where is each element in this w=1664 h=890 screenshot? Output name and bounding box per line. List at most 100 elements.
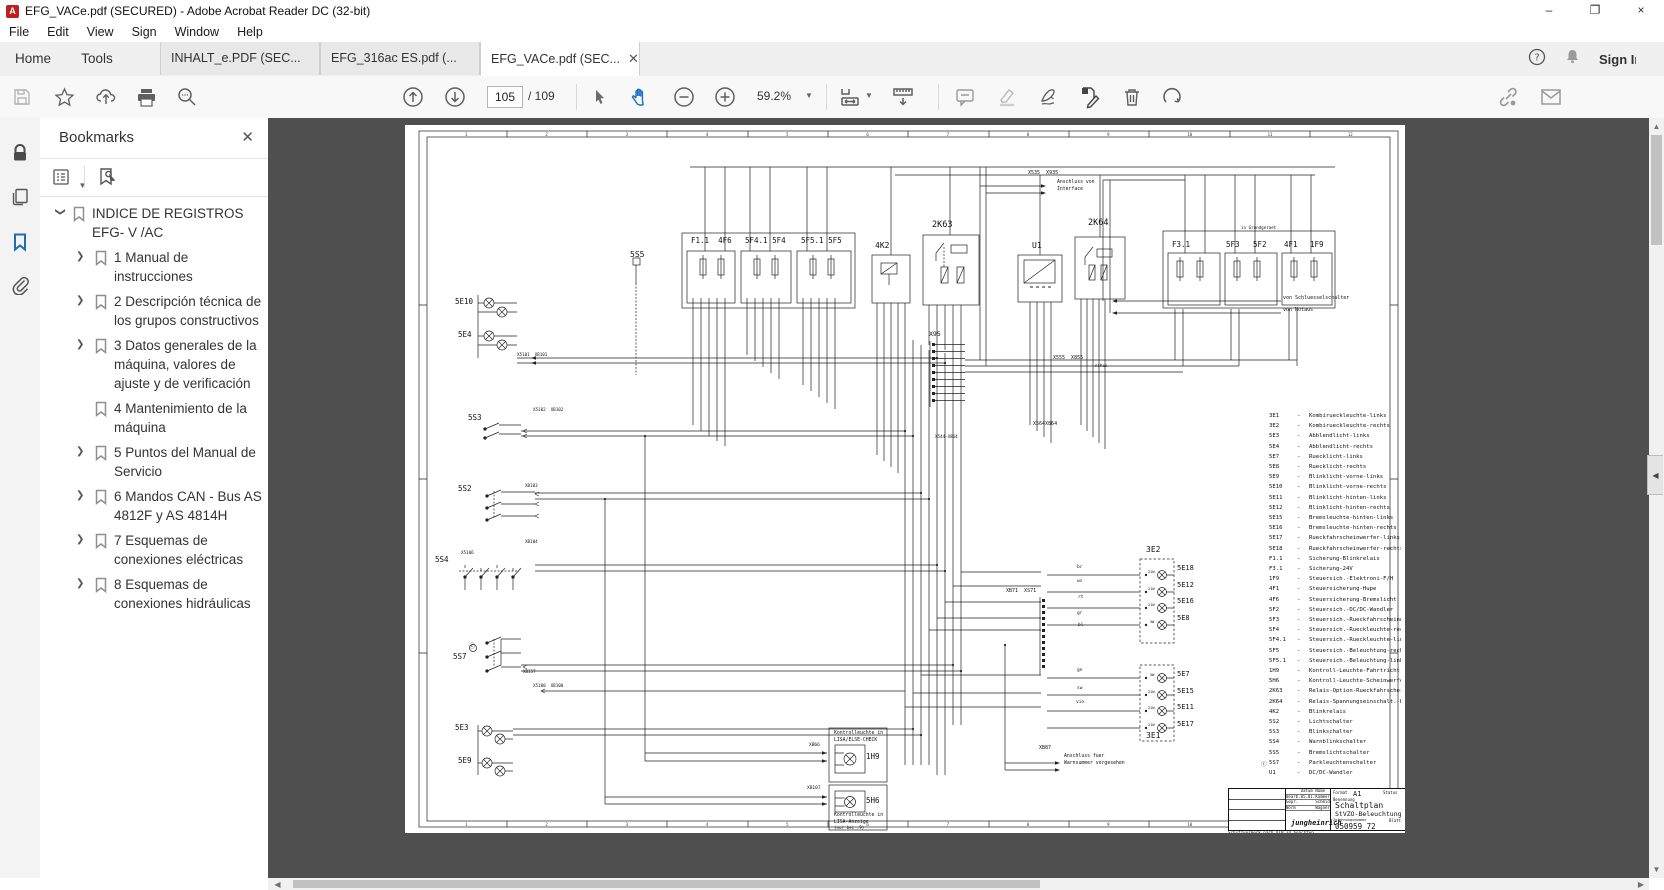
title-block-cell xyxy=(1301,806,1316,811)
bookmark-item-4[interactable]: 4 Mantenimiento de la máquina xyxy=(40,399,268,437)
chevron-icon[interactable]: ❯ xyxy=(76,490,88,501)
toolbar-options-icon[interactable] xyxy=(889,83,917,111)
star-icon[interactable] xyxy=(50,83,78,111)
tab-tools[interactable]: Tools xyxy=(66,42,128,76)
zoom-out-icon[interactable] xyxy=(670,83,698,111)
zoom-dropdown-caret[interactable]: ▼ xyxy=(805,91,813,100)
sign-pen-icon[interactable] xyxy=(1036,83,1064,111)
hand-tool-icon[interactable] xyxy=(626,83,654,111)
scroll-left-icon[interactable]: ◀ xyxy=(270,880,285,889)
chevron-icon[interactable]: ❯ xyxy=(76,446,88,457)
help-icon[interactable]: ? xyxy=(1528,48,1546,71)
frame-number: 9 xyxy=(1107,822,1109,827)
previous-page-icon[interactable] xyxy=(399,83,427,111)
share-link-icon[interactable] xyxy=(1494,83,1522,111)
bookmarks-close-icon[interactable]: ✕ xyxy=(241,128,254,146)
close-button[interactable]: × xyxy=(1618,0,1664,22)
security-lock-icon[interactable] xyxy=(9,142,31,164)
cloud-upload-icon[interactable] xyxy=(92,83,120,111)
frame-number: 1 xyxy=(465,132,467,137)
fit-width-icon[interactable] xyxy=(836,83,864,111)
notifications-bell-icon[interactable] xyxy=(1564,48,1581,70)
frame-number: 10 xyxy=(1187,822,1192,827)
chevron-icon[interactable]: ❯ xyxy=(76,534,88,545)
chevron-icon[interactable]: ❯ xyxy=(76,251,88,262)
chevron-icon[interactable]: ❯ xyxy=(76,578,88,589)
bookmarks-toolbar: ▼ xyxy=(40,158,268,197)
highlight-icon[interactable] xyxy=(993,83,1021,111)
menu-item-sign[interactable]: Sign xyxy=(123,25,166,39)
select-tool-icon[interactable] xyxy=(586,83,614,111)
chevron-icon[interactable]: ❯ xyxy=(76,295,88,306)
pdf-page[interactable]: 5S5F1.1 4F65F4.1 5F45F5.1 5F54K22K63U12K… xyxy=(405,125,1405,833)
bookmark-item-6[interactable]: ❯ 6 Mandos CAN - Bus AS 4812F y AS 4814H xyxy=(40,487,268,525)
frame-numbers: 112233445566778899101011111212 xyxy=(405,125,1405,833)
tools-pane-handle[interactable]: ◀ xyxy=(1647,455,1663,495)
doc-tab-1[interactable]: EFG_316ac ES.pdf (... xyxy=(320,42,480,75)
fit-dropdown-caret[interactable]: ▼ xyxy=(865,91,873,100)
bookmark-icon xyxy=(94,294,108,315)
bookmark-item-2[interactable]: ❯2 Descripción técnica de los grupos con… xyxy=(40,292,268,330)
next-page-icon[interactable] xyxy=(441,83,469,111)
bookmark-item-5[interactable]: ❯5 Puntos del Manual de Servicio xyxy=(40,443,268,481)
chevron-icon[interactable]: ❯ xyxy=(76,339,88,350)
menu-item-file[interactable]: File xyxy=(0,25,38,39)
expand-current-bookmark-icon[interactable] xyxy=(96,166,118,193)
frame-number: 12 xyxy=(1348,132,1353,137)
frame-number: 9 xyxy=(1107,132,1109,137)
document-area[interactable]: 5S5F1.1 4F65F4.1 5F45F5.1 5F54K22K63U12K… xyxy=(268,118,1649,878)
page-number-input[interactable]: 105 xyxy=(487,86,523,108)
page-thumbnails-icon[interactable] xyxy=(9,186,31,208)
attachments-icon[interactable] xyxy=(9,274,31,296)
bookmark-item-8[interactable]: ❯8 Esquemas de conexiones hidráulicas xyxy=(40,575,268,613)
menu-item-view[interactable]: View xyxy=(78,25,123,39)
minimize-button[interactable]: – xyxy=(1526,0,1572,22)
find-icon[interactable] xyxy=(173,83,201,111)
horizontal-scroll-thumb[interactable] xyxy=(293,880,1040,888)
delete-pages-icon[interactable] xyxy=(1118,83,1146,111)
sign-in-button[interactable]: Sign In xyxy=(1599,52,1636,67)
bookmark-item-1[interactable]: ❯1 Manual de instrucciones xyxy=(40,248,268,286)
bookmark-label: INDICE DE REGISTROS EFG- V /AC xyxy=(92,204,252,242)
menu-item-help[interactable]: Help xyxy=(228,25,272,39)
print-icon[interactable] xyxy=(132,83,160,111)
page-total-label: / 109 xyxy=(528,86,555,106)
comment-icon[interactable] xyxy=(951,83,979,111)
zoom-in-icon[interactable] xyxy=(711,83,739,111)
scroll-right-icon[interactable]: ▶ xyxy=(1635,880,1647,889)
bookmark-options-icon[interactable]: ▼ xyxy=(52,166,86,193)
horizontal-scrollbar[interactable]: ◀ ▶ xyxy=(268,878,1649,890)
menu-item-edit[interactable]: Edit xyxy=(38,25,78,39)
frame-number: 2 xyxy=(545,132,547,137)
tab-home[interactable]: Home xyxy=(0,42,66,76)
bookmark-label: 6 Mandos CAN - Bus AS 4812F y AS 4814H xyxy=(114,487,264,525)
bookmark-item-7[interactable]: ❯7 Esquemas de conexiones eléctricas xyxy=(40,531,268,569)
bookmark-item-3[interactable]: ❯3 Datos generales de la máquina, valore… xyxy=(40,336,268,393)
bookmark-icon xyxy=(94,489,108,510)
fill-sign-icon[interactable] xyxy=(1076,83,1104,111)
scroll-up-icon[interactable]: ▲ xyxy=(1649,122,1664,131)
bookmark-icon xyxy=(94,401,108,422)
bookmarks-panel-icon[interactable] xyxy=(9,231,31,253)
vertical-scrollbar[interactable]: ▲ ▼ xyxy=(1649,118,1664,878)
frame-number: 3 xyxy=(626,822,628,827)
bookmarks-tree: ❯ INDICE DE REGISTROS EFG- V /AC ❯1 Manual… xyxy=(40,204,268,619)
email-icon[interactable] xyxy=(1537,83,1565,111)
doc-tab-0[interactable]: INHALT_e.PDF (SEC... xyxy=(160,42,320,75)
restore-button[interactable]: ❐ xyxy=(1572,0,1618,22)
close-tab-icon[interactable]: ✕ xyxy=(628,51,639,66)
zoom-level-value[interactable]: 59.2% xyxy=(757,86,791,106)
frame-number: 6 xyxy=(866,822,868,827)
doc-tab-2[interactable]: EFG_VACe.pdf (SEC...✕ xyxy=(480,42,640,76)
vertical-scroll-thumb[interactable] xyxy=(1651,135,1662,245)
bookmark-item-0[interactable]: ❯ INDICE DE REGISTROS EFG- V /AC xyxy=(40,204,268,242)
save-icon[interactable] xyxy=(8,83,36,111)
scroll-down-icon[interactable]: ▼ xyxy=(1649,865,1664,874)
send-review-icon[interactable] xyxy=(1158,83,1186,111)
bookmark-icon xyxy=(94,533,108,554)
frame-number: 4 xyxy=(706,822,708,827)
title-block-cell: 05.01.99 xyxy=(1301,795,1316,800)
menu-item-window[interactable]: Window xyxy=(166,25,228,39)
title-block-header-cell xyxy=(1286,789,1301,794)
chevron-icon[interactable]: ❯ xyxy=(54,208,65,220)
